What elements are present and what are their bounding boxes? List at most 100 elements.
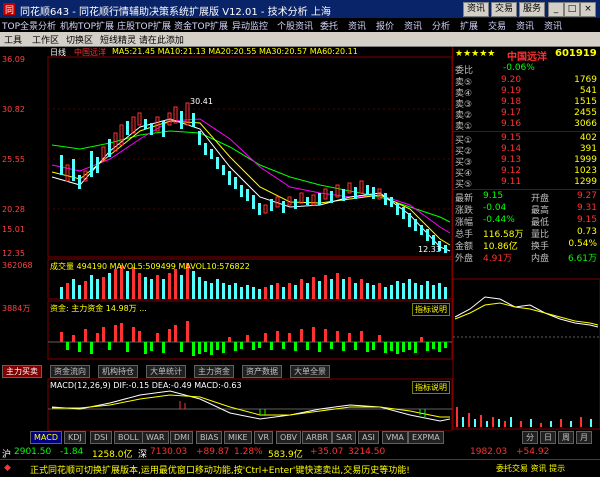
title-bar: 同 同花顺643 - 同花顺行情辅助决策系统扩展版 V12.01 - 技术分析 … [0, 0, 600, 18]
tab-week[interactable]: 周 [558, 431, 574, 444]
ticker-volume: 1.28% [234, 447, 263, 457]
quote-stock-name: 中国远洋 [507, 52, 547, 63]
func-item[interactable]: 分析 [432, 19, 450, 32]
indicator-tabs: MACD KDJ DSI BOLL WAR DMI BIAS MIKE VR O… [0, 431, 600, 444]
news-ticker-text[interactable]: 正式同花顺可切换扩展版本,运用最优窗口移动功能,按'Ctrl+Enter'键快速… [30, 463, 410, 476]
tab-vr[interactable]: VR [254, 431, 274, 444]
tab-boll[interactable]: BOLL [114, 431, 143, 444]
func-item[interactable]: 异动监控 [232, 19, 268, 32]
ask-price[interactable]: 9.16 [501, 119, 521, 129]
tab-bias[interactable]: BIAS [196, 431, 223, 444]
tab-large-order[interactable]: 大单统计 [146, 365, 186, 378]
func-item[interactable]: 资讯 [516, 19, 534, 32]
flow-help-button[interactable]: 指标说明 [412, 303, 450, 316]
flow-axis: 3884万 [2, 304, 31, 313]
tab-mike[interactable]: MIKE [224, 431, 252, 444]
func-item[interactable]: 资金TOP扩展 [174, 19, 228, 32]
macd-help-button[interactable]: 指标说明 [412, 381, 450, 394]
ticker-volume: 3214.50 [348, 447, 386, 457]
title-tab-trade[interactable]: 交易 [491, 2, 518, 17]
ticker-value[interactable]: 7130.03 [150, 447, 187, 457]
ask-price[interactable]: 9.18 [501, 97, 521, 107]
price-high-mark: 30.41 [190, 97, 213, 106]
ask-price[interactable]: 9.17 [501, 108, 521, 118]
ticker-value[interactable]: 2901.50 [14, 447, 51, 457]
menu-item-elf[interactable]: 短线精灵 请在此添加 [100, 33, 184, 46]
bid-price[interactable]: 9.14 [501, 144, 521, 154]
tab-capital-flow[interactable]: 资金流向 [50, 365, 90, 378]
volume-axis: 362068 [2, 261, 33, 270]
tab-obv[interactable]: OBV [276, 431, 302, 444]
func-item[interactable]: TOP全景分析 [2, 19, 56, 32]
news-icon: ◆ [4, 463, 11, 473]
tab-dmi[interactable]: DMI [170, 431, 194, 444]
ma30-line [51, 130, 451, 223]
minimize-button[interactable]: _ [548, 2, 564, 17]
tab-main-trade[interactable]: 主力买卖 [2, 365, 42, 378]
ask-book: 卖⑤ 9.20 1769 卖④ 9.19 541 卖③ 9.18 1515 卖②… [455, 75, 599, 132]
ask-price[interactable]: 9.20 [501, 75, 521, 85]
tab-main-capital[interactable]: 主力资金 [194, 365, 234, 378]
tab-dsi[interactable]: DSI [90, 431, 112, 444]
window-title: 同花顺643 - 同花顺行情辅助决策系统扩展版 V12.01 - 技术分析 上海 [20, 7, 331, 18]
menu-item-tools[interactable]: 工具 [4, 33, 22, 46]
info-value: 6.61万 [567, 254, 597, 264]
tab-institution[interactable]: 机构持仓 [98, 365, 138, 378]
tab-kdj[interactable]: KDJ [64, 431, 86, 444]
func-item[interactable]: 资讯 [348, 19, 366, 32]
volume-label: 成交量 494190 MAVOL5:509499 MAVOL10:576822 [50, 262, 250, 271]
bid-book: 买① 9.15 402 买② 9.14 391 买③ 9.13 1999 买④ … [455, 133, 599, 190]
main-chart-area: 日线 中国远洋 MA5:21.45 MA10:21.13 MA20:20.55 … [0, 47, 600, 463]
func-item[interactable]: 庄股TOP扩展 [117, 19, 171, 32]
book-divider [453, 131, 600, 132]
func-item[interactable]: 资讯 [544, 19, 562, 32]
func-item[interactable]: 交易 [488, 19, 506, 32]
close-button[interactable]: × [580, 2, 596, 17]
ma20-line [51, 118, 451, 234]
ticker-value[interactable]: 1982.03 [470, 447, 507, 457]
ask-volume: 541 [579, 86, 597, 96]
ma5-line [51, 118, 451, 252]
title-tab-service[interactable]: 服务 [519, 2, 546, 17]
func-item[interactable]: 扩展 [460, 19, 478, 32]
bid-price[interactable]: 9.13 [501, 155, 521, 165]
tab-asi[interactable]: ASI [358, 431, 379, 444]
func-item[interactable]: 机构TOP扩展 [60, 19, 114, 32]
bid-price[interactable]: 9.12 [501, 166, 521, 176]
func-item[interactable]: 委托 [320, 19, 338, 32]
info-label: 内盘 [531, 254, 550, 264]
macd-chart [48, 390, 452, 422]
tab-month[interactable]: 月 [576, 431, 592, 444]
news-right-text[interactable]: 委托交易 资讯 提示 [496, 463, 565, 474]
app-logo-icon: 同 [3, 3, 15, 15]
info-value: 9.15 [576, 215, 597, 225]
rating-stars-icon: ★★★★★ [455, 49, 496, 59]
tab-asset-data[interactable]: 资产数据 [242, 365, 282, 378]
tab-minute[interactable]: 分 [522, 431, 538, 444]
func-item[interactable]: 个股资讯 [277, 19, 313, 32]
menu-item-workspace[interactable]: 工作区 [32, 33, 59, 46]
menu-item-switch[interactable]: 切换区 [66, 33, 93, 46]
func-item[interactable]: 报价 [376, 19, 394, 32]
tab-expma[interactable]: EXPMA [408, 431, 444, 444]
info-value: 0.54% [568, 239, 597, 249]
ask-volume: 2455 [574, 108, 597, 118]
tab-war[interactable]: WAR [142, 431, 169, 444]
tab-day[interactable]: 日 [540, 431, 556, 444]
tab-arbr[interactable]: ARBR [302, 431, 333, 444]
title-tab-news[interactable]: 资讯 [463, 2, 490, 17]
tab-vma[interactable]: VMA [382, 431, 408, 444]
restore-button[interactable]: □ [564, 2, 580, 17]
info-value: -0.44% [483, 215, 515, 225]
ask-price[interactable]: 9.19 [501, 86, 521, 96]
tab-sar[interactable]: SAR [332, 431, 357, 444]
function-bar: TOP全景分析 机构TOP扩展 庄股TOP扩展 资金TOP扩展 异动监控 个股资… [0, 18, 600, 32]
bid-price[interactable]: 9.15 [501, 133, 521, 143]
chart-period[interactable]: 日线 [50, 47, 66, 58]
tab-macd[interactable]: MACD [30, 431, 62, 444]
bid-price[interactable]: 9.11 [501, 177, 521, 187]
tab-large-order-view[interactable]: 大单全景 [290, 365, 330, 378]
ticker-change: +35.07 [310, 447, 344, 457]
func-item[interactable]: 资讯 [404, 19, 422, 32]
bid-volume: 1023 [574, 166, 597, 176]
